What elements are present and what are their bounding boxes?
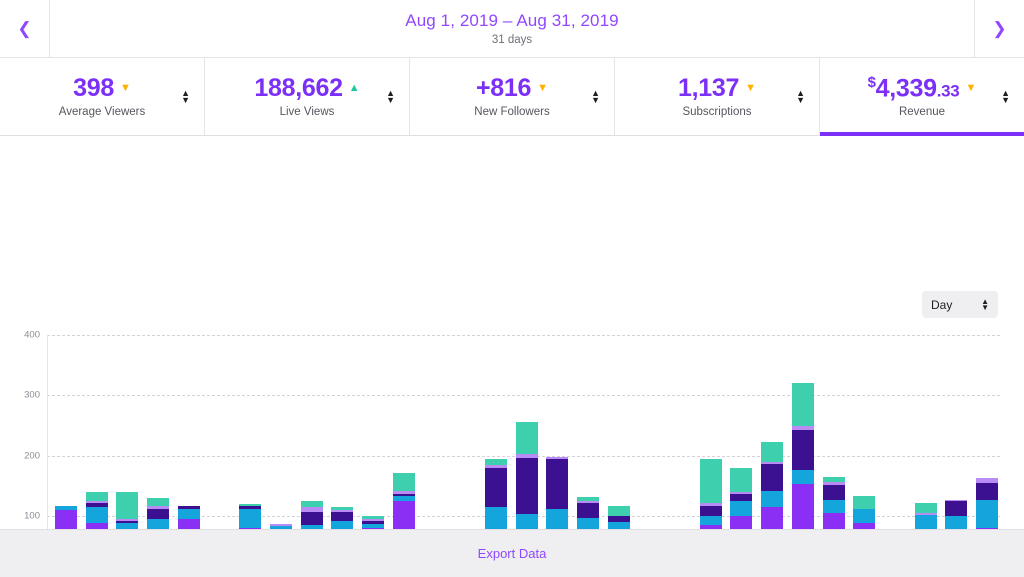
stacked-bar-chart: 0100200300400Aug 1Aug 9Aug 17Aug 25: [0, 136, 1024, 554]
prev-period-button[interactable]: ❮: [0, 0, 50, 57]
stat-label: New Followers: [474, 106, 549, 118]
stat-label: Average Viewers: [59, 106, 146, 118]
stat-value: 1,137: [678, 75, 739, 101]
bar-segment: [147, 498, 169, 506]
chevron-down-icon: ▼: [745, 83, 756, 94]
y-axis-tick: 300: [0, 390, 40, 401]
chevron-up-icon: ▲: [349, 83, 360, 94]
stat-value: 398: [73, 75, 114, 101]
bar-segment: [700, 516, 722, 524]
bar-segment: [761, 464, 783, 491]
bar-segment: [853, 509, 875, 523]
chart-card: Day ▲▼ 0100200300400Aug 1Aug 9Aug 17Aug …: [0, 136, 1024, 554]
bar-segment: [730, 494, 752, 501]
stat-sort-control[interactable]: ▲▼: [386, 90, 395, 104]
chart-footer: Export Data: [0, 529, 1024, 577]
bar-segment: [331, 512, 353, 520]
stat-tile-average-viewers[interactable]: 398 ▼ Average Viewers ▲▼: [0, 58, 205, 135]
stat-value: 188,662: [254, 75, 342, 101]
bar-segment: [976, 500, 998, 528]
stat-label: Live Views: [280, 106, 335, 118]
stat-value: $4,339.33: [868, 75, 960, 102]
date-header: ❮ Aug 1, 2019 – Aug 31, 2019 31 days ❯: [0, 0, 1024, 58]
gridline: [47, 335, 1000, 336]
bar-segment: [178, 509, 200, 519]
date-range-label: Aug 1, 2019 – Aug 31, 2019: [405, 11, 618, 31]
chevron-down-icon: ▼: [965, 83, 976, 94]
bar-segment: [516, 458, 538, 514]
bar-segment: [792, 383, 814, 426]
bar-segment: [301, 512, 323, 525]
bar-segment: [792, 470, 814, 484]
bar-segment: [86, 507, 108, 523]
bar-segment: [976, 483, 998, 500]
date-range-display: Aug 1, 2019 – Aug 31, 2019 31 days: [50, 0, 974, 57]
stat-label: Revenue: [899, 106, 945, 118]
bar-segment: [945, 501, 967, 516]
bar-segment: [700, 459, 722, 503]
bar-segment: [147, 509, 169, 519]
bar-segment: [823, 485, 845, 499]
bar-segment: [546, 459, 568, 509]
stat-sort-control[interactable]: ▲▼: [796, 90, 805, 104]
bar-segment: [761, 442, 783, 461]
bar-segment: [761, 491, 783, 507]
date-days-label: 31 days: [492, 34, 532, 46]
stat-sort-control[interactable]: ▲▼: [591, 90, 600, 104]
bar-segment: [546, 509, 568, 529]
gridline: [47, 395, 1000, 396]
stat-tile-live-views[interactable]: 188,662 ▲ Live Views ▲▼: [205, 58, 410, 135]
stat-sort-control[interactable]: ▲▼: [181, 90, 190, 104]
next-period-button[interactable]: ❯: [974, 0, 1024, 57]
export-data-button[interactable]: Export Data: [478, 546, 547, 561]
bar-segment: [239, 509, 261, 528]
bar-segment: [608, 506, 630, 516]
bar-segment: [823, 500, 845, 514]
bar-segment: [577, 503, 599, 519]
bar-segment: [915, 503, 937, 514]
bar-segment: [730, 501, 752, 516]
analytics-dashboard: ❮ Aug 1, 2019 – Aug 31, 2019 31 days ❯ 3…: [0, 0, 1024, 577]
stat-sort-control[interactable]: ▲▼: [1001, 90, 1010, 104]
bar-segment: [116, 492, 138, 519]
y-axis-tick: 400: [0, 330, 40, 341]
bar-segment: [853, 496, 875, 508]
bar-segment: [393, 473, 415, 491]
bar-segment: [485, 507, 507, 530]
bar-segment: [730, 468, 752, 492]
stats-bar: 398 ▼ Average Viewers ▲▼ 188,662 ▲ Live Views ▲…: [0, 58, 1024, 136]
bar-segment: [516, 422, 538, 454]
bar-segment: [792, 430, 814, 470]
stat-tile-subscriptions[interactable]: 1,137 ▼ Subscriptions ▲▼: [615, 58, 820, 135]
stat-tile-revenue[interactable]: $4,339.33 ▼ Revenue ▲▼: [820, 58, 1024, 135]
bar-segment: [86, 492, 108, 501]
stat-tile-new-followers[interactable]: +816 ▼ New Followers ▲▼: [410, 58, 615, 135]
bar-segment: [485, 468, 507, 507]
stat-value: +816: [476, 75, 531, 101]
chevron-down-icon: ▼: [537, 83, 548, 94]
y-axis-tick: 100: [0, 510, 40, 521]
y-axis-tick: 200: [0, 450, 40, 461]
bar-segment: [700, 506, 722, 516]
stat-label: Subscriptions: [682, 106, 751, 118]
chevron-down-icon: ▼: [120, 83, 131, 94]
